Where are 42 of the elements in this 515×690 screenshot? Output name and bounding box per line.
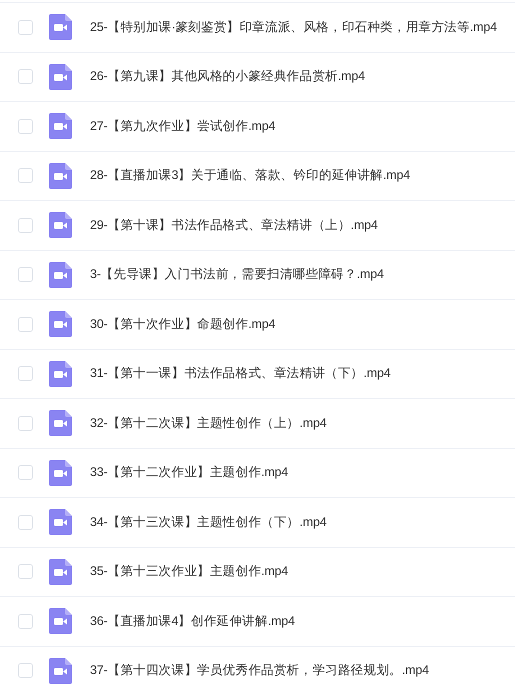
file-name[interactable]: 3-【先导课】入门书法前，需要扫清哪些障碍？.mp4 bbox=[90, 265, 384, 284]
file-name[interactable]: 27-【第九次作业】尝试创作.mp4 bbox=[90, 116, 276, 136]
file-name[interactable]: 26-【第九课】其他风格的小篆经典作品赏析.mp4 bbox=[90, 67, 365, 86]
file-name[interactable]: 31-【第十一课】书法作品格式、章法精讲（下）.mp4 bbox=[90, 364, 390, 384]
file-name[interactable]: 33-【第十二次作业】主题创作.mp4 bbox=[90, 463, 288, 482]
video-file-icon bbox=[49, 509, 72, 536]
checkbox[interactable] bbox=[18, 416, 33, 431]
checkbox[interactable] bbox=[18, 118, 33, 134]
video-file-icon bbox=[49, 311, 72, 338]
checkbox[interactable] bbox=[18, 514, 33, 530]
video-file-icon bbox=[49, 262, 72, 288]
checkbox[interactable] bbox=[18, 168, 33, 184]
checkbox[interactable] bbox=[18, 465, 33, 480]
checkbox[interactable] bbox=[18, 614, 33, 629]
video-file-icon bbox=[49, 410, 72, 436]
checkbox[interactable] bbox=[18, 267, 33, 282]
file-name[interactable]: 28-【直播加课3】关于通临、落款、钤印的延伸讲解.mp4 bbox=[90, 166, 410, 186]
video-file-icon bbox=[49, 162, 72, 189]
file-name[interactable]: 35-【第十三次作业】主题创作.mp4 bbox=[90, 562, 288, 582]
file-name[interactable]: 37-【第十四次课】学员优秀作品赏析，学习路径规划。.mp4 bbox=[90, 661, 429, 680]
checkbox[interactable] bbox=[18, 69, 33, 84]
file-name[interactable]: 30-【第十次作业】命题创作.mp4 bbox=[90, 314, 276, 334]
checkbox[interactable] bbox=[18, 564, 33, 580]
video-file-icon bbox=[49, 608, 72, 634]
video-file-icon bbox=[49, 658, 72, 684]
video-file-icon bbox=[49, 558, 72, 585]
video-file-icon bbox=[49, 14, 72, 40]
file-name[interactable]: 29-【第十课】书法作品格式、章法精讲（上）.mp4 bbox=[90, 216, 378, 235]
video-file-icon bbox=[49, 360, 72, 387]
checkbox[interactable] bbox=[18, 316, 33, 332]
checkbox[interactable] bbox=[18, 218, 33, 233]
checkbox[interactable] bbox=[18, 663, 33, 678]
file-name[interactable]: 34-【第十三次课】主题性创作（下）.mp4 bbox=[90, 512, 326, 532]
video-file-icon bbox=[49, 212, 72, 238]
checkbox[interactable] bbox=[18, 20, 33, 35]
file-name[interactable]: 36-【直播加课4】创作延伸讲解.mp4 bbox=[90, 612, 295, 631]
file-name[interactable]: 25-【特别加课·篆刻鉴赏】印章流派、风格，印石种类，用章方法等.mp4 bbox=[90, 18, 497, 37]
checkbox[interactable] bbox=[18, 366, 33, 382]
video-file-icon bbox=[49, 113, 72, 140]
video-file-icon bbox=[49, 460, 72, 486]
file-name[interactable]: 32-【第十二次课】主题性创作（上）.mp4 bbox=[90, 414, 326, 433]
video-file-icon bbox=[49, 64, 72, 90]
